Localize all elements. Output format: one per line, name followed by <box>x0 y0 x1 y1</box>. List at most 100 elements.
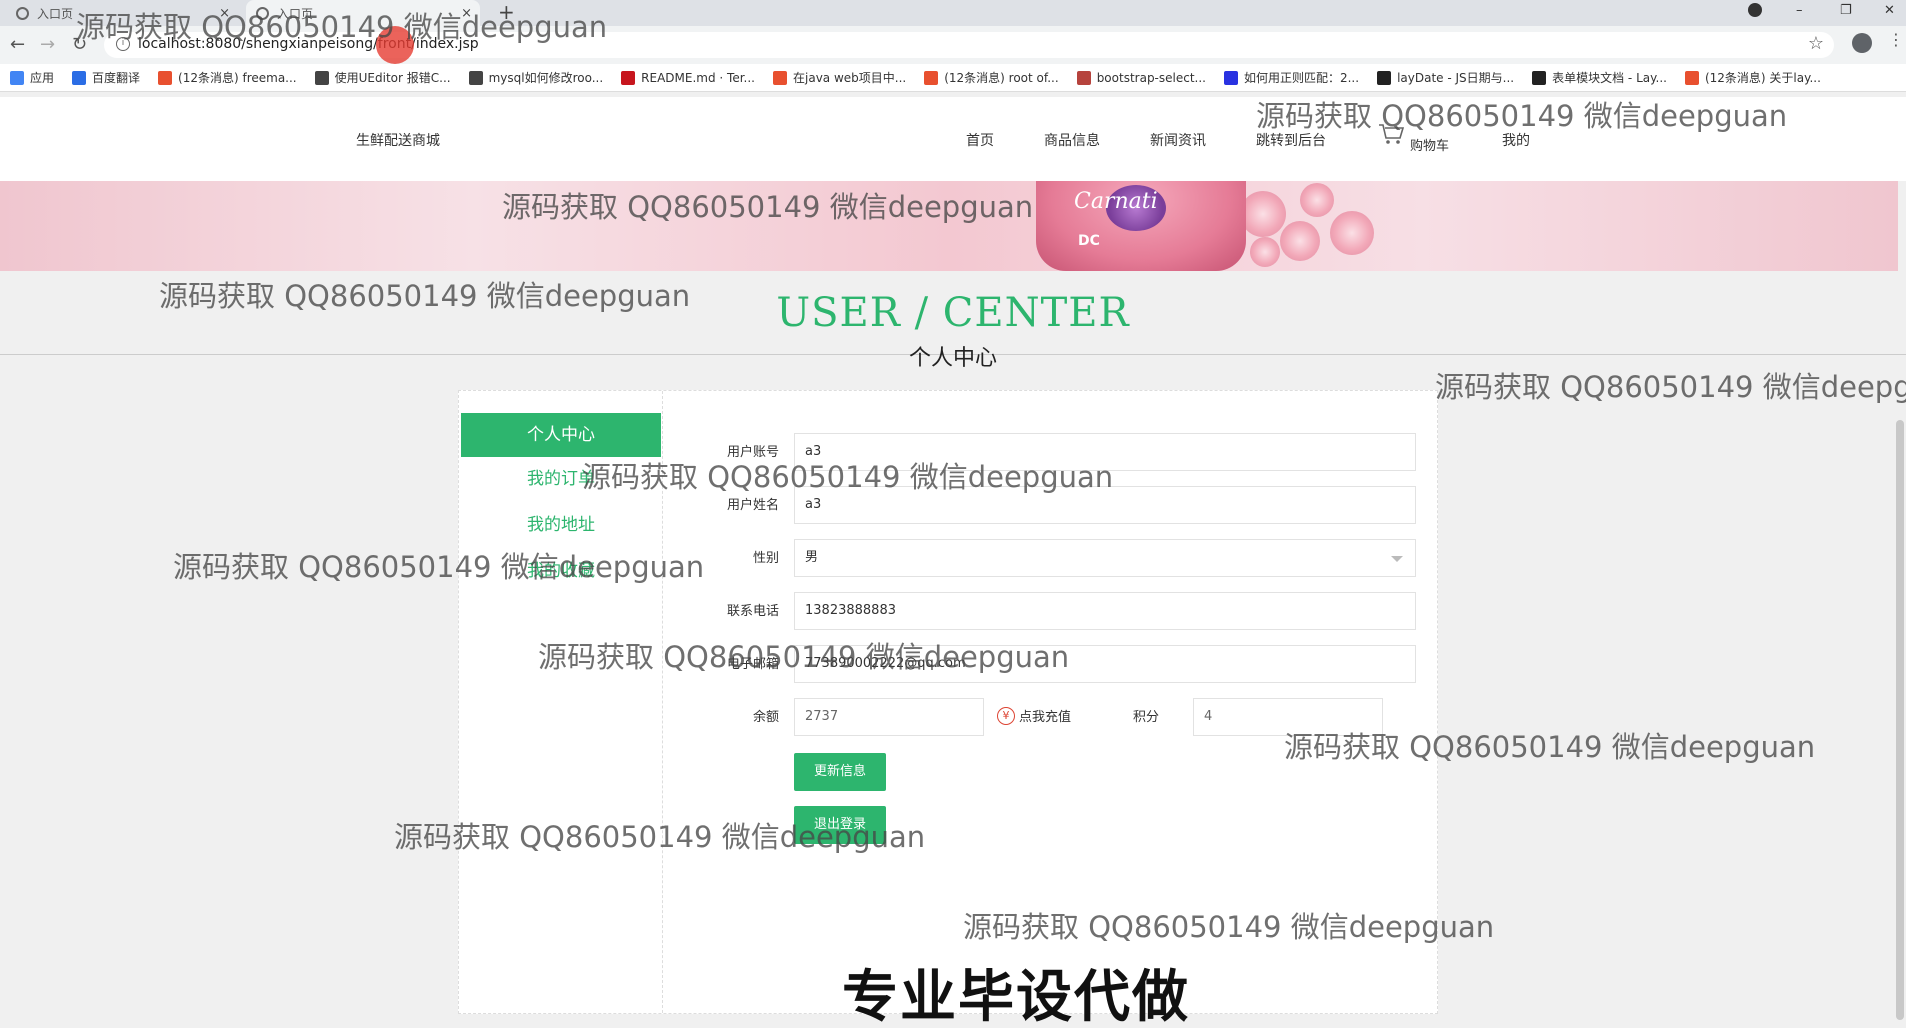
bookmark-label: 应用 <box>30 71 55 85</box>
bookmark-favicon-icon <box>1532 70 1547 85</box>
more-menu-icon[interactable]: ⋮ <box>1888 30 1904 49</box>
restore-button[interactable]: ❐ <box>1840 0 1852 26</box>
bookmark-favicon-icon <box>10 70 24 85</box>
info-icon[interactable]: i <box>116 37 130 51</box>
browser-tab-bar: 入口页 × 入口页 × + – ❐ ✕ <box>0 0 1906 26</box>
phone-field[interactable]: 13823888883 <box>794 592 1416 630</box>
mouse-cursor-highlight <box>376 26 414 64</box>
bookmark-favicon-icon <box>1076 70 1091 85</box>
bookmark-label: 在java web项目中... <box>793 71 907 85</box>
points-label: 积分 <box>1132 710 1159 725</box>
bookmark-item[interactable]: (12条消息) freema... <box>158 69 297 86</box>
nav-home[interactable]: 首页 <box>966 130 994 150</box>
banner-product-label: Carnati <box>1074 189 1158 214</box>
bookmark-favicon-icon <box>314 70 329 85</box>
phone-label: 联系电话 <box>726 604 779 619</box>
reload-icon[interactable]: ↻ <box>72 34 87 55</box>
close-window-button[interactable]: ✕ <box>1884 0 1895 26</box>
bookmark-label: 百度翻译 <box>92 71 141 85</box>
avatar[interactable] <box>1852 33 1872 53</box>
globe-icon <box>16 6 29 20</box>
account-label: 用户账号 <box>726 445 779 460</box>
gender-select[interactable]: 男 <box>794 539 1416 577</box>
bookmark-item[interactable]: 如何用正则匹配：2... <box>1223 69 1360 86</box>
site-brand[interactable]: 生鲜配送商城 <box>356 130 440 150</box>
minimize-button[interactable]: – <box>1796 0 1803 26</box>
bookmark-label: 表单模块文档 - Lay... <box>1552 71 1667 85</box>
close-tab-icon[interactable]: × <box>219 6 230 21</box>
bookmark-favicon-icon <box>72 70 87 85</box>
rose-decoration <box>1250 237 1280 267</box>
name-label: 用户姓名 <box>726 498 779 513</box>
bookmark-favicon-icon <box>468 70 483 85</box>
page-subtitle: 个人中心 <box>908 346 997 371</box>
bookmark-label: mysql如何修改roo... <box>488 71 604 85</box>
rose-decoration <box>1300 183 1334 217</box>
email-field[interactable]: 773890002222@qq.com <box>794 645 1416 683</box>
rose-decoration <box>1330 211 1374 255</box>
balance-label: 余额 <box>752 710 779 725</box>
bookmark-label: 如何用正则匹配：2... <box>1243 71 1360 85</box>
bookmark-item[interactable]: 在java web项目中... <box>773 69 906 86</box>
form-row-gender: 性别 男 <box>459 539 1439 579</box>
nav-mine[interactable]: 我的 <box>1502 130 1530 150</box>
bookmark-item[interactable]: 表单模块文档 - Lay... <box>1532 69 1667 86</box>
url-input[interactable]: i localhost:8080/shengxianpeisong/front/… <box>104 32 1834 58</box>
bookmark-item[interactable]: README.md · Ter... <box>621 70 755 85</box>
bookmark-favicon-icon <box>1223 70 1238 85</box>
nav-cart[interactable]: 购物车 <box>1410 135 1449 154</box>
bookmarks-bar: 应用 百度翻译 (12条消息) freema... 使用UEditor 报错C... m… <box>0 64 1906 92</box>
form-row-balance: 余额 2737 ¥ 点我充值 积分 4 <box>459 698 1439 738</box>
form-row-name: 用户姓名 a3 <box>459 486 1439 526</box>
account-field[interactable]: a3 <box>794 433 1416 471</box>
cart-icon[interactable] <box>1378 123 1404 145</box>
banner-brand-mark: DC <box>1078 233 1100 249</box>
bookmark-label: README.md · Ter... <box>641 70 755 85</box>
star-icon[interactable]: ☆ <box>1808 33 1824 54</box>
tab-title: 入口页 <box>37 6 74 21</box>
site-header: 生鲜配送商城 首页 商品信息 新闻资讯 跳转到后台 购物车 我的 <box>0 97 1906 181</box>
logout-button[interactable]: 退出登录 <box>794 806 886 844</box>
bookmark-favicon-icon <box>1377 70 1392 85</box>
bookmark-favicon-icon <box>924 70 939 85</box>
form-row-account: 用户账号 a3 <box>459 433 1439 473</box>
bookmark-item[interactable]: layDate - JS日期与... <box>1377 69 1514 86</box>
address-bar-row: ← → ↻ i localhost:8080/shengxianpeisong/… <box>0 26 1906 64</box>
form-row-email: 电子邮箱 773890002222@qq.com <box>459 645 1439 685</box>
update-info-button[interactable]: 更新信息 <box>794 753 886 791</box>
close-tab-icon[interactable]: × <box>461 6 472 21</box>
page-title: USER / CENTER <box>776 290 1130 336</box>
bookmark-item[interactable]: 使用UEditor 报错C... <box>314 69 451 86</box>
form-row-phone: 联系电话 13823888883 <box>459 592 1439 632</box>
profile-menu-icon[interactable] <box>1748 3 1762 17</box>
points-field: 4 <box>1193 698 1383 736</box>
bookmark-label: 使用UEditor 报错C... <box>334 71 451 85</box>
product-jar: Carnati DC <box>1036 181 1246 271</box>
promo-watermark: 专业毕设代做 <box>842 965 1190 1028</box>
page-scrollbar[interactable] <box>1896 420 1904 1020</box>
bookmark-item[interactable]: (12条消息) root of... <box>924 69 1059 86</box>
bookmark-item[interactable]: bootstrap-select... <box>1076 70 1206 85</box>
name-field[interactable]: a3 <box>794 486 1416 524</box>
bookmark-label: (12条消息) 关于lay... <box>1704 71 1821 85</box>
tab-title: 入口页 <box>277 6 314 21</box>
bookmark-favicon-icon <box>158 70 173 85</box>
globe-icon <box>256 6 269 20</box>
nav-news[interactable]: 新闻资讯 <box>1150 130 1206 150</box>
bookmark-item[interactable]: mysql如何修改roo... <box>468 69 604 86</box>
url-text: localhost:8080/shengxianpeisong/front/in… <box>138 36 479 52</box>
bookmark-item[interactable]: (12条消息) 关于lay... <box>1684 69 1821 86</box>
rose-decoration <box>1280 221 1320 261</box>
nav-products[interactable]: 商品信息 <box>1044 130 1100 150</box>
bookmark-label: layDate - JS日期与... <box>1397 71 1515 85</box>
browser-tab-active[interactable]: 入口页 × <box>246 0 480 26</box>
back-arrow-icon[interactable]: ← <box>10 34 25 55</box>
bookmark-item[interactable]: 百度翻译 <box>72 69 140 86</box>
new-tab-button[interactable]: + <box>498 0 515 24</box>
browser-tab[interactable]: 入口页 × <box>6 0 238 26</box>
rose-decoration <box>1240 191 1286 237</box>
gender-label: 性别 <box>752 551 779 566</box>
nav-admin[interactable]: 跳转到后台 <box>1256 130 1326 150</box>
bookmark-apps[interactable]: 应用 <box>10 69 54 86</box>
forward-arrow-icon[interactable]: → <box>40 34 55 55</box>
